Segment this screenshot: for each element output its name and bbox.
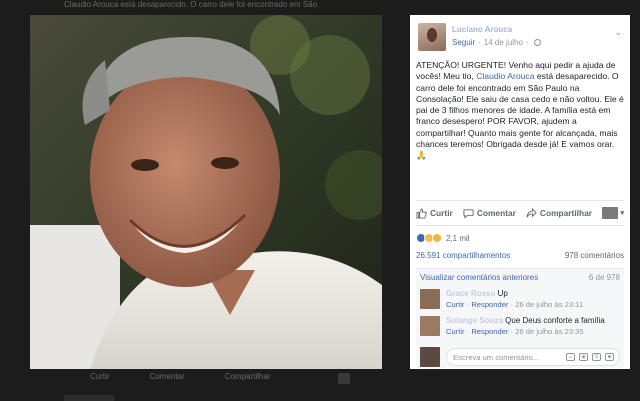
caret-down-icon[interactable]: ▾ [620,209,624,217]
share-button[interactable]: Compartilhar [526,207,593,219]
background-bottom-bar [64,395,114,401]
comment-button[interactable]: Comentar [463,208,516,219]
background-action-bar: Curtir Comentar Compartilhar [90,372,370,386]
gif-icon[interactable]: G [592,353,601,361]
comment-like-link[interactable]: Curtir [446,327,465,336]
reactions-summary[interactable]: 2,1 mil [416,231,624,245]
view-previous-comments-link[interactable]: Visualizar comentários anteriores [420,273,538,282]
author-avatar[interactable] [418,23,446,51]
share-label: Compartilhar [539,208,593,218]
comments-pager: 6 de 978 [588,273,620,282]
shares-count[interactable]: 26.591 compartilhamentos [416,251,510,265]
comment-reply-link[interactable]: Responder [471,300,508,309]
sticker-icon[interactable]: ☻ [605,353,614,361]
author-name[interactable]: Luciano Arouca [452,25,512,34]
thumbs-up-icon [416,207,427,219]
commenter-name[interactable]: Grace Rosso [446,289,495,298]
comment-icon [463,208,474,219]
comment-item: Solange Souza Que Deus conforte a famíli… [420,316,620,342]
background-avatar [338,373,350,384]
post-date[interactable]: 14 de julho [484,38,523,47]
comment-text: Que Deus conforte a família [505,316,605,325]
background-share-label: Compartilhar [224,372,271,381]
comment-placeholder: Escreva um comentário... [453,352,540,362]
commenter-avatar[interactable] [420,289,440,309]
post-action-bar: Curtir Comentar Compartilhar ▾ [416,200,624,226]
like-button[interactable]: Curtir [416,207,453,219]
post-text: ATENÇÃO! URGENTE! Venho aqui pedir a aju… [416,60,624,161]
chevron-down-icon[interactable]: ⌄ [614,27,622,38]
previous-comments-row: Visualizar comentários anteriores 6 de 9… [420,273,620,282]
comments-count[interactable]: 978 comentários [565,251,624,265]
comment-time[interactable]: 26 de julho às 23:11 [515,300,583,309]
commenter-avatar[interactable] [420,316,440,336]
comment-item: Grace Rosso Up Curtir · Responder · 26 d… [420,289,620,315]
post-panel: Luciano Arouca Seguir · 14 de julho · ⌄ … [410,15,630,369]
background-like-label: Curtir [90,372,110,381]
mention-link[interactable]: Claudio Arouca [476,71,534,81]
comment-reply-link[interactable]: Responder [471,327,508,336]
comment-input[interactable]: Escreva um comentário... ☺ ◉ G ☻ [446,348,620,366]
reactions-count: 2,1 mil [446,233,470,243]
camera-icon[interactable]: ◉ [579,353,588,361]
page-selector-avatar[interactable] [602,207,619,219]
current-user-avatar [420,347,440,367]
post-photo[interactable] [30,15,382,369]
comment-composer: Escreva um comentário... ☺ ◉ G ☻ [420,347,620,367]
post-header: Luciano Arouca Seguir · 14 de julho · ⌄ [410,15,630,55]
background-caption: Claudio Arouca está desaparecido. O carr… [64,0,318,9]
like-label: Curtir [430,208,453,218]
background-comment-label: Comentar [149,372,185,381]
post-meta: Seguir · 14 de julho · [452,38,541,47]
follow-link[interactable]: Seguir [452,38,475,47]
post-counts: 26.591 compartilhamentos 978 comentários [416,251,624,265]
commenter-name[interactable]: Solange Souza [446,316,503,325]
comments-section: Visualizar comentários anteriores 6 de 9… [416,268,624,368]
comment-time[interactable]: 26 de julho às 23:35 [515,327,583,336]
globe-icon [533,39,541,46]
emoji-icon[interactable]: ☺ [566,353,575,361]
comment-text: Up [497,289,508,298]
comment-like-link[interactable]: Curtir [446,300,465,309]
share-icon [526,207,537,217]
wow-reaction-icon [432,233,442,243]
comment-label: Comentar [476,208,516,218]
